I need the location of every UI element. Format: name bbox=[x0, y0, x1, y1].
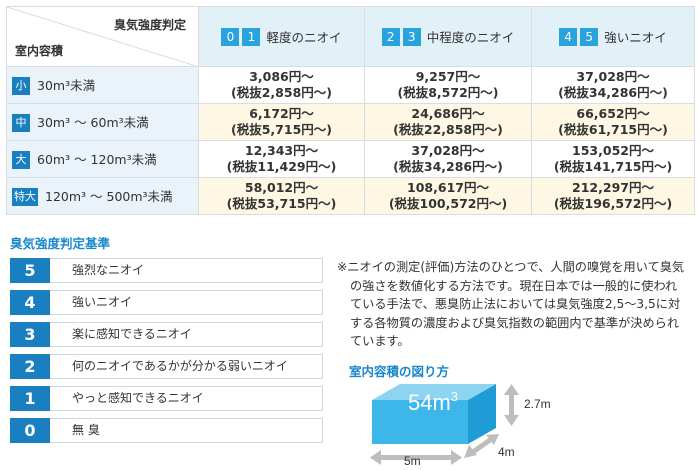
column-header-label: 強いニオイ bbox=[604, 30, 667, 45]
price-without-tax: (税抜34,286円〜) bbox=[393, 159, 503, 174]
odor-intensity-label: 臭気強度判定 bbox=[113, 18, 186, 32]
method-note: ※ニオイの測定(評価)方法のひとつで、人間の嗅覚を用いて臭気の強さを数値化する方… bbox=[337, 260, 685, 348]
price-cell: 153,052円〜 (税抜141,715円〜) bbox=[531, 140, 695, 178]
width-label: 5m bbox=[404, 454, 421, 466]
price-table: 臭気強度判定 室内容積 0 1 軽度のニオイ 2 3 中程度のニオイ 4 5 強いニオイ 小… bbox=[6, 6, 695, 215]
criteria-item: 3 楽に感知できるニオイ bbox=[10, 322, 323, 347]
price-without-tax: (税抜11,429円〜) bbox=[226, 159, 337, 174]
column-header-label: 軽度のニオイ bbox=[266, 30, 342, 45]
depth-label: 4m bbox=[498, 445, 515, 459]
price-cell: 6,172円〜 (税抜5,715円〜) bbox=[198, 103, 365, 141]
height-arrow-icon bbox=[504, 384, 519, 426]
volume-label: 54m3 bbox=[408, 389, 458, 415]
price-without-tax: (税抜8,572円〜) bbox=[397, 85, 499, 100]
room-volume-label: 室内容積 bbox=[15, 44, 64, 58]
table-header-row: 臭気強度判定 室内容積 0 1 軽度のニオイ 2 3 中程度のニオイ 4 5 強いニオイ bbox=[6, 6, 695, 67]
table-row-extra-large: 特大 120m³ 〜 500m³未満 58,012円〜 (税抜53,715円〜) 1… bbox=[6, 177, 695, 215]
price-with-tax: 66,652円〜 bbox=[576, 106, 650, 121]
criteria-level-badge: 0 bbox=[10, 418, 57, 443]
size-label: 30m³ 〜 60m³未満 bbox=[37, 114, 149, 130]
price-cell: 108,617円〜 (税抜100,572円〜) bbox=[364, 177, 532, 215]
criteria-level-badge: 4 bbox=[10, 290, 57, 315]
price-cell: 66,652円〜 (税抜61,715円〜) bbox=[531, 103, 695, 141]
price-without-tax: (税抜5,715円〜) bbox=[231, 122, 332, 137]
price-cell: 3,086円〜 (税抜2,858円〜) bbox=[198, 66, 365, 104]
criteria-item: 4 強いニオイ bbox=[10, 290, 323, 315]
price-without-tax: (税抜22,858円〜) bbox=[393, 122, 503, 137]
size-label: 30m³未満 bbox=[37, 77, 96, 93]
price-without-tax: (税抜2,858円〜) bbox=[231, 85, 332, 100]
price-with-tax: 3,086円〜 bbox=[249, 69, 314, 84]
room-volume-diagram: 54m3 2.7m 5m 4m bbox=[370, 384, 551, 466]
level-badge: 0 bbox=[221, 27, 240, 46]
level-badge: 3 bbox=[402, 27, 421, 46]
height-label: 2.7m bbox=[524, 397, 551, 411]
price-cell: 9,257円〜 (税抜8,572円〜) bbox=[364, 66, 532, 104]
column-header-label: 中程度のニオイ bbox=[426, 30, 515, 45]
criteria-level-label: やっと感知できるニオイ bbox=[50, 386, 323, 411]
price-with-tax: 9,257円〜 bbox=[415, 69, 481, 84]
level-badge: 1 bbox=[242, 27, 261, 46]
criteria-level-badge: 1 bbox=[10, 386, 57, 411]
size-cell: 特大 120m³ 〜 500m³未満 bbox=[6, 177, 199, 215]
size-cell: 小 30m³未満 bbox=[6, 66, 199, 104]
column-header-mild: 0 1 軽度のニオイ bbox=[198, 6, 365, 67]
size-badge: 中 bbox=[12, 114, 30, 133]
criteria-level-label: 楽に感知できるニオイ bbox=[50, 322, 323, 347]
size-badge: 小 bbox=[12, 77, 30, 96]
criteria-item: 0 無 臭 bbox=[10, 418, 323, 443]
price-with-tax: 37,028円〜 bbox=[576, 69, 650, 84]
size-badge: 大 bbox=[12, 151, 30, 170]
price-without-tax: (税抜100,572円〜) bbox=[388, 196, 508, 211]
price-cell: 212,297円〜 (税抜196,572円〜) bbox=[531, 177, 695, 215]
size-badge: 特大 bbox=[12, 188, 38, 207]
price-cell: 24,686円〜 (税抜22,858円〜) bbox=[364, 103, 532, 141]
criteria-level-label: 強いニオイ bbox=[50, 290, 323, 315]
size-cell: 大 60m³ 〜 120m³未満 bbox=[6, 140, 199, 178]
price-without-tax: (税抜141,715円〜) bbox=[553, 159, 673, 174]
level-badge: 4 bbox=[559, 27, 578, 46]
criteria-level-label: 何のニオイであるかが分かる弱いニオイ bbox=[50, 354, 323, 379]
criteria-level-label: 強烈なニオイ bbox=[50, 258, 323, 283]
price-cell: 58,012円〜 (税抜53,715円〜) bbox=[198, 177, 365, 215]
table-row-large: 大 60m³ 〜 120m³未満 12,343円〜 (税抜11,429円〜) 37,… bbox=[6, 140, 695, 178]
column-header-strong: 4 5 強いニオイ bbox=[531, 6, 695, 67]
level-badge: 5 bbox=[580, 27, 599, 46]
price-with-tax: 58,012円〜 bbox=[244, 180, 319, 195]
table-row-small: 小 30m³未満 3,086円〜 (税抜2,858円〜) 9,257円〜 (税抜8,5… bbox=[6, 66, 695, 104]
price-without-tax: (税抜53,715円〜) bbox=[226, 196, 337, 211]
criteria-item: 5 強烈なニオイ bbox=[10, 258, 323, 283]
price-cell: 37,028円〜 (税抜34,286円〜) bbox=[364, 140, 532, 178]
table-corner-cell: 臭気強度判定 室内容積 bbox=[6, 6, 199, 67]
price-cell: 12,343円〜 (税抜11,429円〜) bbox=[198, 140, 365, 178]
price-with-tax: 108,617円〜 bbox=[407, 180, 489, 195]
criteria-level-badge: 5 bbox=[10, 258, 57, 283]
criteria-level-label: 無 臭 bbox=[50, 418, 323, 443]
price-cell: 37,028円〜 (税抜34,286円〜) bbox=[531, 66, 695, 104]
criteria-level-badge: 3 bbox=[10, 322, 57, 347]
price-without-tax: (税抜34,286円〜) bbox=[558, 85, 668, 100]
price-with-tax: 24,686円〜 bbox=[411, 106, 485, 121]
price-with-tax: 37,028円〜 bbox=[411, 143, 485, 158]
criteria-level-badge: 2 bbox=[10, 354, 57, 379]
criteria-item: 2 何のニオイであるかが分かる弱いニオイ bbox=[10, 354, 323, 379]
price-without-tax: (税抜61,715円〜) bbox=[558, 122, 668, 137]
price-without-tax: (税抜196,572円〜) bbox=[553, 196, 673, 211]
size-cell: 中 30m³ 〜 60m³未満 bbox=[6, 103, 199, 141]
criteria-title: 臭気強度判定基準 bbox=[10, 236, 111, 251]
size-label: 60m³ 〜 120m³未満 bbox=[37, 151, 157, 167]
table-row-medium: 中 30m³ 〜 60m³未満 6,172円〜 (税抜5,715円〜) 24,686… bbox=[6, 103, 695, 141]
price-with-tax: 12,343円〜 bbox=[244, 143, 319, 158]
column-header-moderate: 2 3 中程度のニオイ bbox=[364, 6, 532, 67]
price-with-tax: 6,172円〜 bbox=[249, 106, 314, 121]
price-with-tax: 212,297円〜 bbox=[572, 180, 654, 195]
level-badge: 2 bbox=[381, 27, 400, 46]
size-label: 120m³ 〜 500m³未満 bbox=[45, 188, 173, 204]
price-with-tax: 153,052円〜 bbox=[572, 143, 654, 158]
criteria-item: 1 やっと感知できるニオイ bbox=[10, 386, 323, 411]
